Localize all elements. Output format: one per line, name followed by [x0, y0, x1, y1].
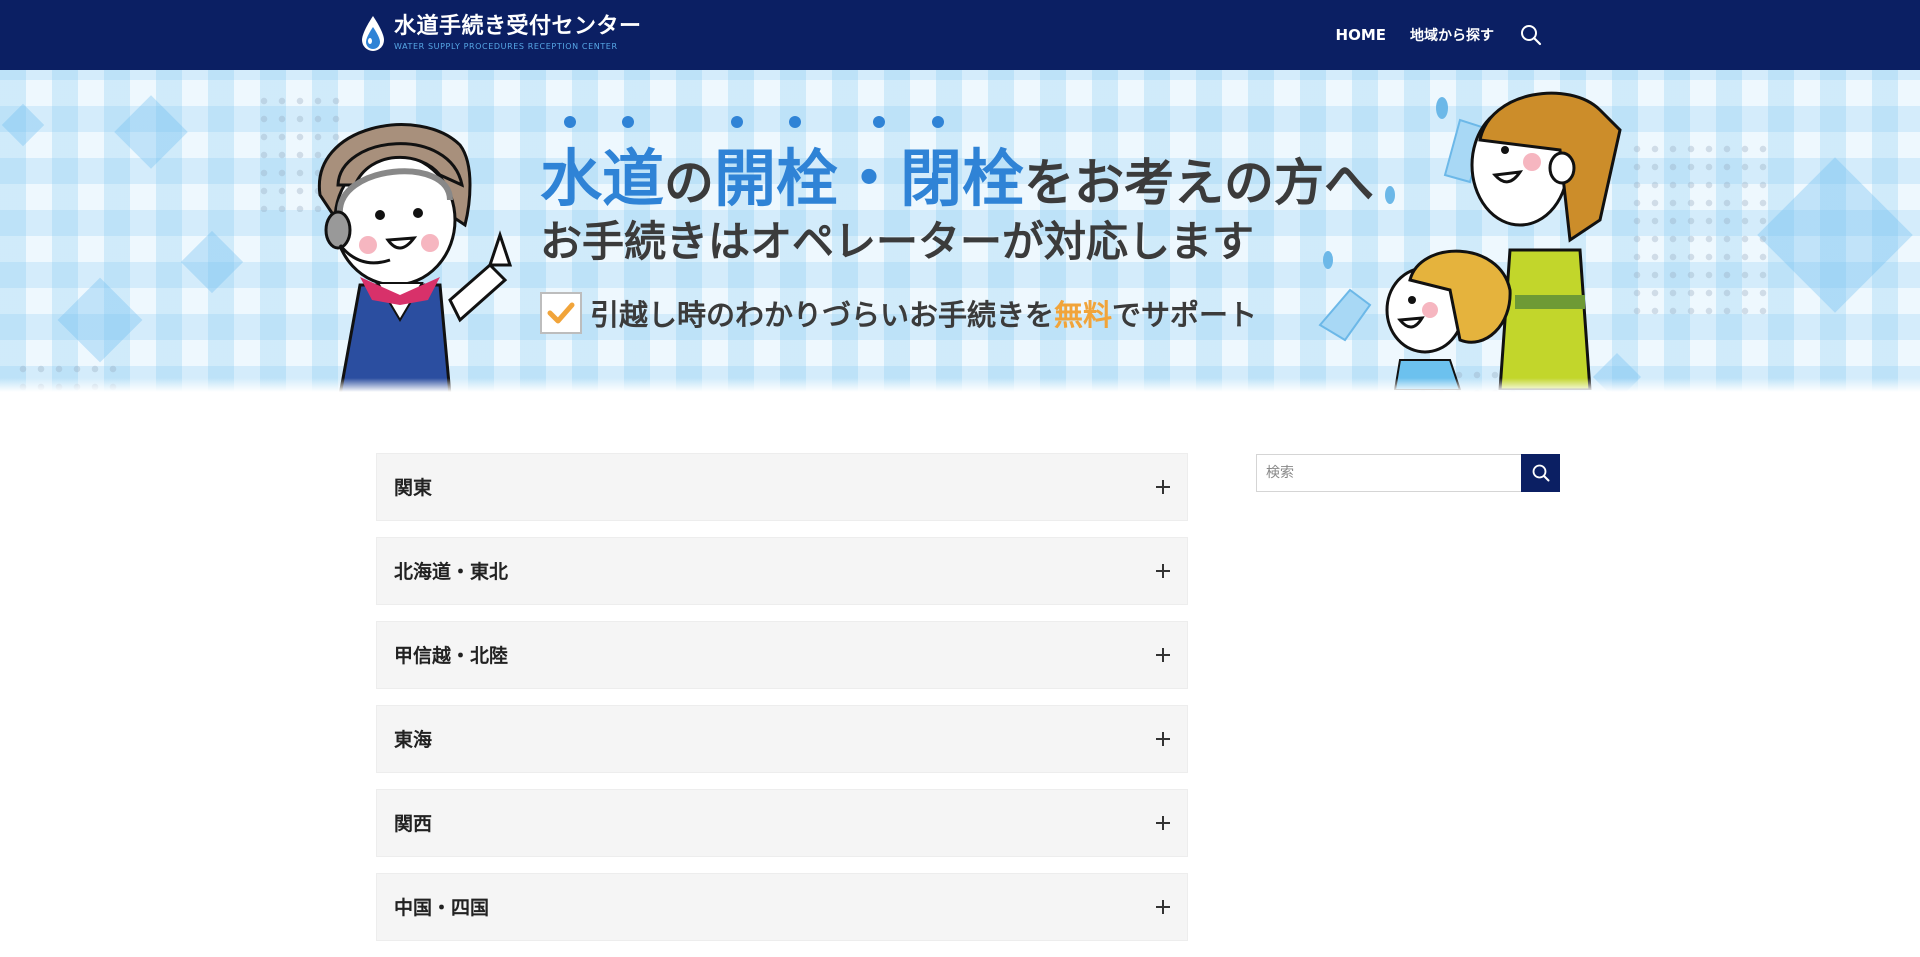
nav-by-region-link[interactable]: 地域から探す [1410, 25, 1494, 45]
logo-subtitle: WATER SUPPLY PROCEDURES RECEPTION CENTER [394, 42, 618, 51]
feature-text-after: でサポート [1112, 298, 1258, 332]
hero-feature: 引越し時のわかりづらいお手続きを無料でサポート [540, 292, 1257, 334]
search-button[interactable] [1521, 454, 1560, 492]
decorative-diamond [57, 277, 143, 363]
feature-text-highlight: 無料 [1054, 298, 1113, 332]
emphasis-dot [731, 116, 743, 128]
region-item-hokkaido-tohoku[interactable]: 北海道・東北 [376, 537, 1188, 605]
hero-banner: 水道の開栓・閉栓をお考えの方へ お手続きはオペレーターが対応します 引越し時のわ… [0, 70, 1920, 392]
region-label: 中国・四国 [394, 897, 490, 919]
feature-text-before: 引越し時のわかりづらいお手続きを [590, 298, 1055, 332]
region-label: 関東 [394, 477, 433, 499]
plus-icon[interactable] [1156, 900, 1170, 914]
site-logo[interactable]: 水道手続き受付センター WATER SUPPLY PROCEDURES RECE… [360, 14, 642, 54]
main-nav: HOME 地域から探す [1312, 0, 1542, 70]
region-item-chugoku-shikoku[interactable]: 中国・四国 [376, 873, 1188, 941]
decorative-dot-grid [1628, 140, 1768, 320]
region-label: 北海道・東北 [394, 561, 509, 583]
search-icon[interactable] [1520, 24, 1542, 46]
logo-title: 水道手続き受付センター [394, 14, 642, 39]
plus-icon[interactable] [1156, 816, 1170, 830]
hero-title-part: 閉栓 [900, 142, 1025, 215]
region-item-tokai[interactable]: 東海 [376, 705, 1188, 773]
plus-icon[interactable] [1156, 732, 1170, 746]
search-icon [1532, 464, 1549, 482]
checkmark-icon [540, 292, 582, 334]
region-label: 甲信越・北陸 [394, 645, 509, 667]
emphasis-dot [564, 116, 576, 128]
hero-subtitle: お手続きはオペレーターが対応します [540, 217, 1255, 266]
operator-illustration [317, 123, 513, 392]
hero-bottom-fade [0, 378, 1920, 392]
emphasis-dot [873, 116, 885, 128]
sidebar-search [1256, 454, 1560, 492]
decorative-diamond [114, 95, 188, 169]
site-header: 水道手続き受付センター WATER SUPPLY PROCEDURES RECE… [0, 0, 1920, 70]
plus-icon[interactable] [1156, 564, 1170, 578]
hero-title-part: の [664, 154, 715, 212]
plus-icon[interactable] [1156, 648, 1170, 662]
emphasis-dot [622, 116, 634, 128]
search-input[interactable] [1256, 454, 1521, 492]
emphasis-dot [932, 116, 944, 128]
decorative-diamond [1757, 157, 1913, 313]
hero-title-part: 開栓 [714, 142, 839, 215]
hero-title-part: ・ [838, 142, 901, 215]
region-accordion: 関東 北海道・東北 甲信越・北陸 東海 関西 中国・四国 [376, 453, 1188, 957]
plus-icon[interactable] [1156, 480, 1170, 494]
decorative-diamond [1, 103, 45, 147]
decorative-diamond [180, 230, 244, 294]
region-item-kanto[interactable]: 関東 [376, 453, 1188, 521]
region-item-kansai[interactable]: 関西 [376, 789, 1188, 857]
hero-title-part: 水道 [540, 142, 665, 215]
water-drop-icon [362, 16, 384, 51]
nav-home-link[interactable]: HOME [1336, 26, 1386, 44]
region-label: 東海 [394, 729, 433, 751]
family-illustration [1318, 90, 1622, 390]
emphasis-dot [789, 116, 801, 128]
region-item-koshinetsu-hokuriku[interactable]: 甲信越・北陸 [376, 621, 1188, 689]
region-label: 関西 [394, 813, 433, 835]
hero-feature-text: 引越し時のわかりづらいお手続きを無料でサポート [590, 292, 1257, 334]
hero-title: 水道の開栓・閉栓をお考えの方へ [540, 128, 1374, 218]
